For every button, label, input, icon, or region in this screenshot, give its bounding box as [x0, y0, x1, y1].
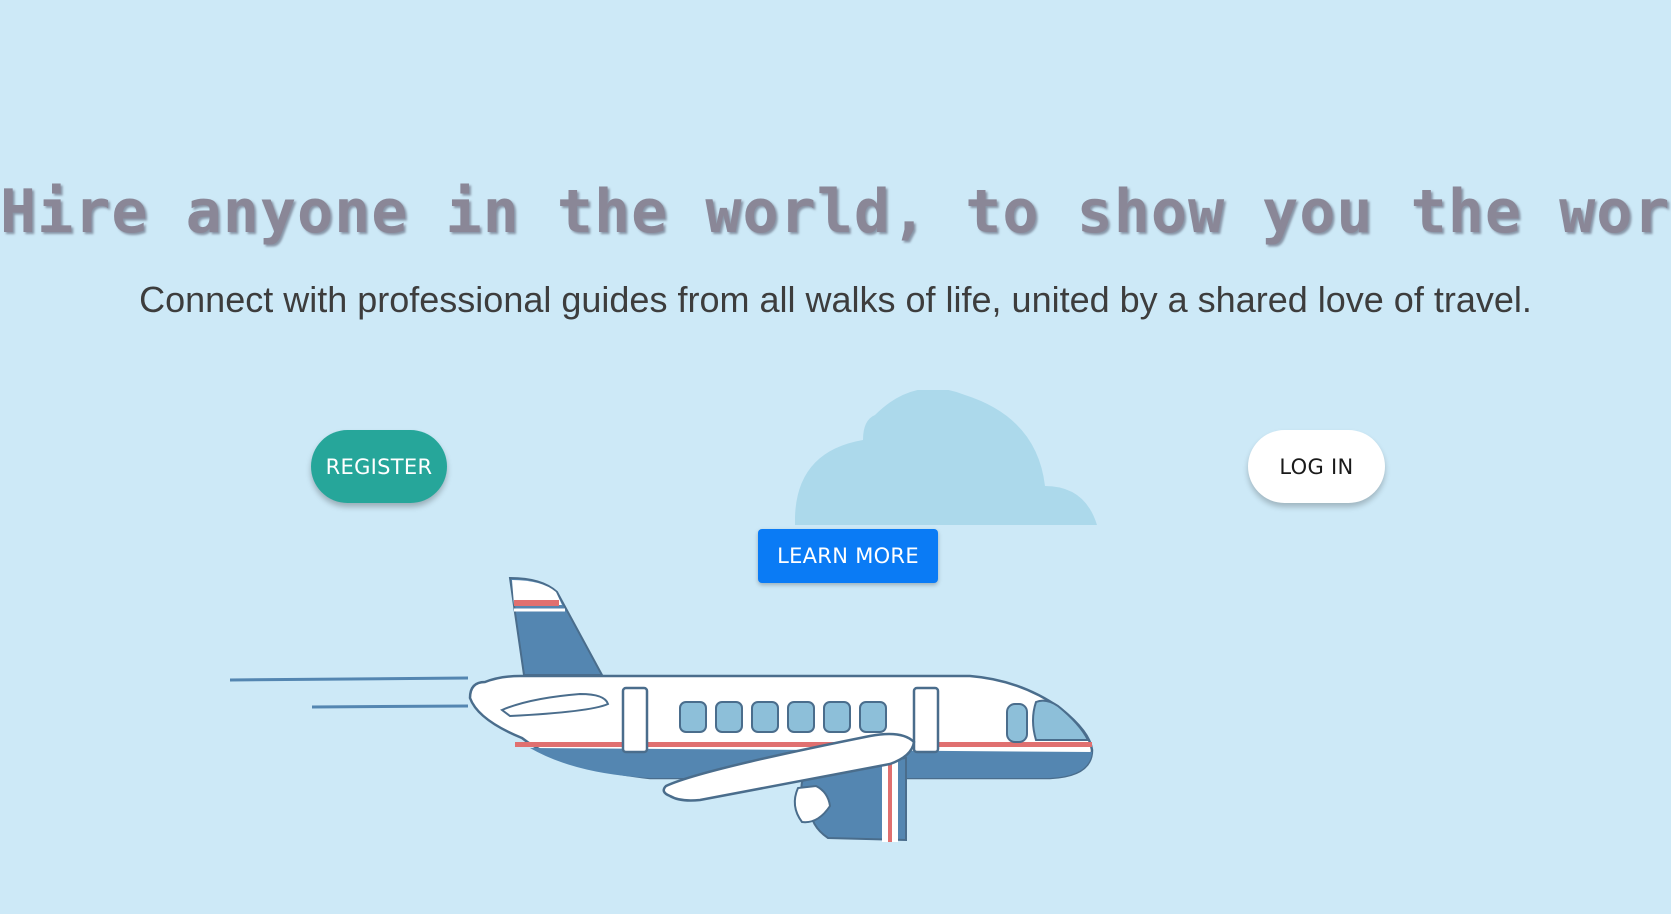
- hero-headline: Hire anyone in the world, to show you th…: [0, 177, 1671, 247]
- hero-section: Hire anyone in the world, to show you th…: [0, 0, 1671, 914]
- login-button[interactable]: LOG IN: [1248, 430, 1385, 503]
- cloud-icon: [795, 390, 1097, 525]
- learn-more-button[interactable]: LEARN MORE: [758, 529, 938, 583]
- hero-subheadline: Connect with professional guides from al…: [139, 279, 1532, 320]
- airplane-icon: [230, 576, 1094, 842]
- register-button[interactable]: REGISTER: [311, 430, 447, 503]
